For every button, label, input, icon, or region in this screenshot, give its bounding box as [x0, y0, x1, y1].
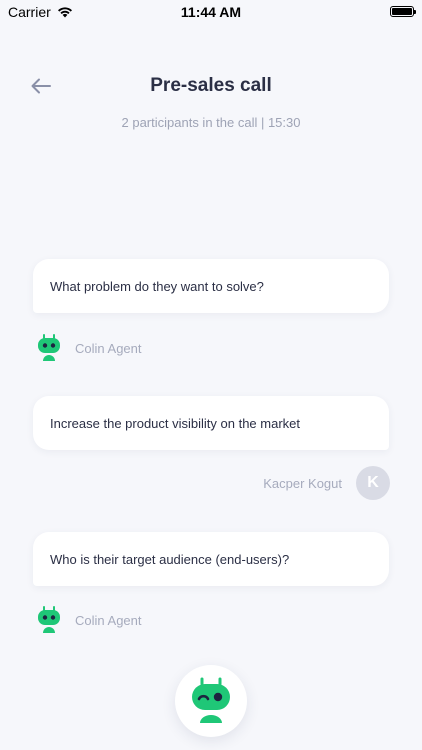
message-bubble: What problem do they want to solve?: [33, 259, 389, 313]
call-screen: Carrier 11:44 AM Pre-sales call 2 partic…: [0, 0, 422, 750]
battery-level: [392, 8, 412, 15]
battery-icon: [390, 6, 416, 17]
robot-icon: [38, 606, 60, 633]
message-bubble: Who is their target audience (end-users)…: [33, 532, 389, 586]
message-sender: Kacper Kogut K: [263, 466, 390, 500]
robot-wink-icon: [192, 677, 230, 723]
sender-name: Colin Agent: [75, 612, 142, 628]
avatar-initial: K: [367, 474, 379, 491]
clock: 11:44 AM: [180, 4, 242, 20]
assistant-button[interactable]: [175, 665, 247, 737]
sender-name: Colin Agent: [75, 340, 142, 356]
message-text: Who is their target audience (end-users)…: [50, 551, 290, 567]
call-info: 2 participants in the call | 15:30: [121, 115, 301, 130]
robot-icon: [38, 334, 60, 361]
sender-name: Kacper Kogut: [263, 475, 342, 491]
message-text: Increase the product visibility on the m…: [50, 415, 301, 431]
message-bubble: Increase the product visibility on the m…: [33, 396, 389, 450]
avatar: K: [356, 466, 390, 500]
message-text: What problem do they want to solve?: [50, 278, 264, 294]
message-sender: Colin Agent: [37, 334, 142, 362]
page-title: Pre-sales call: [150, 75, 272, 96]
status-bar: Carrier 11:44 AM: [0, 0, 422, 24]
message-sender: Colin Agent: [37, 606, 142, 634]
